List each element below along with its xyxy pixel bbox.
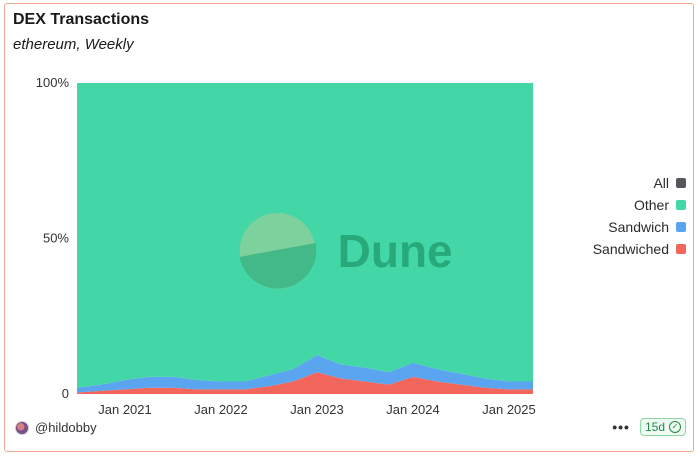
legend-swatch-sandwich: [676, 222, 686, 232]
avatar: [15, 420, 29, 435]
author-link[interactable]: @hildobby: [15, 420, 97, 435]
legend-label-sandwich: Sandwich: [608, 219, 669, 235]
check-circle-icon: ✓: [669, 421, 681, 433]
legend-item-all[interactable]: All: [593, 172, 686, 194]
watermark-text: Dune: [338, 225, 453, 277]
x-tick-label: Jan 2023: [290, 402, 344, 417]
age-badge-label: 15d: [644, 420, 665, 434]
ellipsis-icon[interactable]: •••: [612, 419, 630, 435]
x-tick-label: Jan 2024: [386, 402, 440, 417]
x-tick-label: Jan 2021: [98, 402, 152, 417]
legend-swatch-all: [676, 178, 686, 188]
x-tick-label: Jan 2025: [482, 402, 536, 417]
legend-label-all: All: [653, 175, 669, 191]
legend-label-other: Other: [633, 197, 669, 213]
author-name: @hildobby: [35, 420, 97, 435]
footer-actions: ••• 15d ✓: [612, 418, 686, 436]
x-tick-label: Jan 2022: [194, 402, 248, 417]
y-tick-label: 50%: [43, 231, 69, 246]
legend-item-sandwich[interactable]: Sandwich: [593, 216, 686, 238]
legend-swatch-sandwiched: [676, 244, 686, 254]
y-tick-label: 100%: [36, 75, 70, 90]
legend-label-sandwiched: Sandwiched: [592, 241, 669, 257]
y-tick-label: 0: [62, 386, 69, 401]
chart-legend: All Other Sandwich Sandwiched: [593, 172, 686, 260]
legend-swatch-other: [676, 200, 686, 210]
age-badge[interactable]: 15d ✓: [639, 418, 686, 436]
legend-item-other[interactable]: Other: [593, 194, 686, 216]
legend-item-sandwiched[interactable]: Sandwiched: [593, 238, 686, 260]
